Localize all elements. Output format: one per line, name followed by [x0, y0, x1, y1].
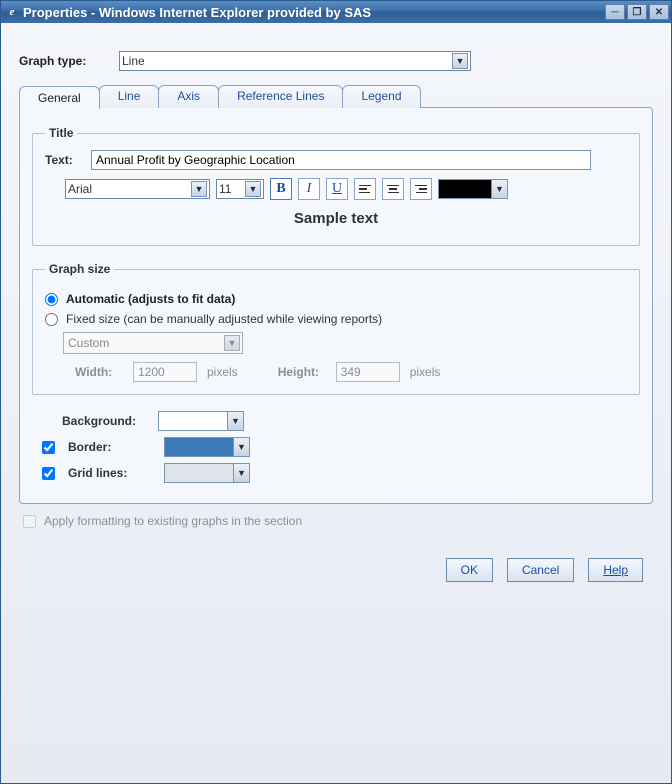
gridlines-color-picker[interactable]: ▼: [164, 463, 250, 483]
apply-formatting-row: Apply formatting to existing graphs in t…: [23, 514, 653, 528]
window-title: Properties - Windows Internet Explorer p…: [23, 5, 603, 20]
graph-type-label: Graph type:: [19, 54, 119, 68]
graph-size-fieldset: Graph size Automatic (adjusts to fit dat…: [32, 262, 640, 395]
custom-size-select: Custom ▼: [63, 332, 243, 354]
graph-type-select[interactable]: Line ▼: [119, 51, 471, 71]
size-fixed-radio-row[interactable]: Fixed size (can be manually adjusted whi…: [45, 312, 627, 326]
font-name-value: Arial: [68, 182, 92, 196]
title-text-input[interactable]: [91, 150, 591, 170]
border-color-picker[interactable]: ▼: [164, 437, 250, 457]
height-pixels-label: pixels: [410, 365, 441, 379]
chevron-down-icon: ▼: [227, 412, 243, 430]
font-color-picker[interactable]: ▼: [438, 179, 508, 199]
ie-icon: e: [5, 5, 19, 19]
size-fixed-radio[interactable]: [45, 313, 58, 326]
size-auto-label: Automatic (adjusts to fit data): [66, 292, 235, 306]
border-checkbox[interactable]: [42, 441, 55, 454]
title-text-label: Text:: [45, 153, 85, 167]
background-color-picker[interactable]: ▼: [158, 411, 244, 431]
graph-type-value: Line: [122, 54, 145, 68]
chevron-down-icon: ▼: [224, 335, 240, 351]
close-button[interactable]: ✕: [649, 4, 669, 20]
border-label: Border:: [68, 440, 154, 454]
chevron-down-icon: ▼: [233, 464, 249, 482]
title-fieldset: Title Text: Arial ▼ 11 ▼ B I U: [32, 126, 640, 246]
tab-axis[interactable]: Axis: [158, 85, 219, 108]
help-button[interactable]: Help: [588, 558, 643, 582]
sample-text: Sample text: [45, 210, 627, 227]
width-pixels-label: pixels: [207, 365, 238, 379]
apply-formatting-label: Apply formatting to existing graphs in t…: [44, 514, 302, 528]
italic-button[interactable]: I: [298, 178, 320, 200]
size-fixed-label: Fixed size (can be manually adjusted whi…: [66, 312, 382, 326]
dialog-buttons: OK Cancel Help: [19, 558, 643, 582]
chevron-down-icon: ▼: [191, 181, 207, 197]
align-left-button[interactable]: [354, 178, 376, 200]
maximize-button[interactable]: ❐: [627, 4, 647, 20]
cancel-button[interactable]: Cancel: [507, 558, 574, 582]
graph-size-legend: Graph size: [45, 262, 114, 276]
gridlines-checkbox[interactable]: [42, 467, 55, 480]
border-row: Border: ▼: [38, 437, 640, 457]
tab-strip: General Line Axis Reference Lines Legend: [19, 85, 653, 108]
height-label: Height:: [278, 365, 326, 379]
gridlines-row: Grid lines: ▼: [38, 463, 640, 483]
align-right-button[interactable]: [410, 178, 432, 200]
height-input: [336, 362, 400, 382]
tab-general[interactable]: General: [19, 86, 100, 109]
font-size-value: 11: [219, 182, 231, 196]
tab-panel-general: Title Text: Arial ▼ 11 ▼ B I U: [19, 107, 653, 504]
gridlines-label: Grid lines:: [68, 466, 154, 480]
bold-button[interactable]: B: [270, 178, 292, 200]
background-label: Background:: [62, 414, 148, 428]
chevron-down-icon: ▼: [491, 180, 507, 198]
color-swatch-black: [439, 180, 491, 198]
tab-reference-lines[interactable]: Reference Lines: [218, 85, 343, 108]
ok-button[interactable]: OK: [446, 558, 493, 582]
font-name-select[interactable]: Arial ▼: [65, 179, 210, 199]
width-label: Width:: [75, 365, 123, 379]
tab-line[interactable]: Line: [99, 85, 160, 108]
titlebar: e Properties - Windows Internet Explorer…: [1, 1, 671, 23]
chevron-down-icon: ▼: [245, 181, 261, 197]
tab-legend[interactable]: Legend: [342, 85, 420, 108]
custom-size-value: Custom: [68, 336, 109, 350]
size-auto-radio-row[interactable]: Automatic (adjusts to fit data): [45, 292, 627, 306]
underline-button[interactable]: U: [326, 178, 348, 200]
width-height-row: Width: pixels Height: pixels: [75, 362, 627, 382]
color-swatch-blue: [165, 438, 233, 456]
minimize-button[interactable]: ─: [605, 4, 625, 20]
size-auto-radio[interactable]: [45, 293, 58, 306]
background-row: Background: ▼: [38, 411, 640, 431]
title-legend: Title: [45, 126, 77, 140]
chevron-down-icon: ▼: [452, 53, 468, 69]
width-input: [133, 362, 197, 382]
chevron-down-icon: ▼: [233, 438, 249, 456]
color-swatch-grey: [165, 464, 233, 482]
properties-window: e Properties - Windows Internet Explorer…: [0, 0, 672, 784]
align-center-button[interactable]: [382, 178, 404, 200]
apply-formatting-checkbox: [23, 515, 36, 528]
color-swatch-white: [159, 412, 227, 430]
format-toolbar: Arial ▼ 11 ▼ B I U ▼: [65, 178, 627, 200]
font-size-select[interactable]: 11 ▼: [216, 179, 264, 199]
content-area: Graph type: Line ▼ General Line Axis Ref…: [1, 23, 671, 592]
